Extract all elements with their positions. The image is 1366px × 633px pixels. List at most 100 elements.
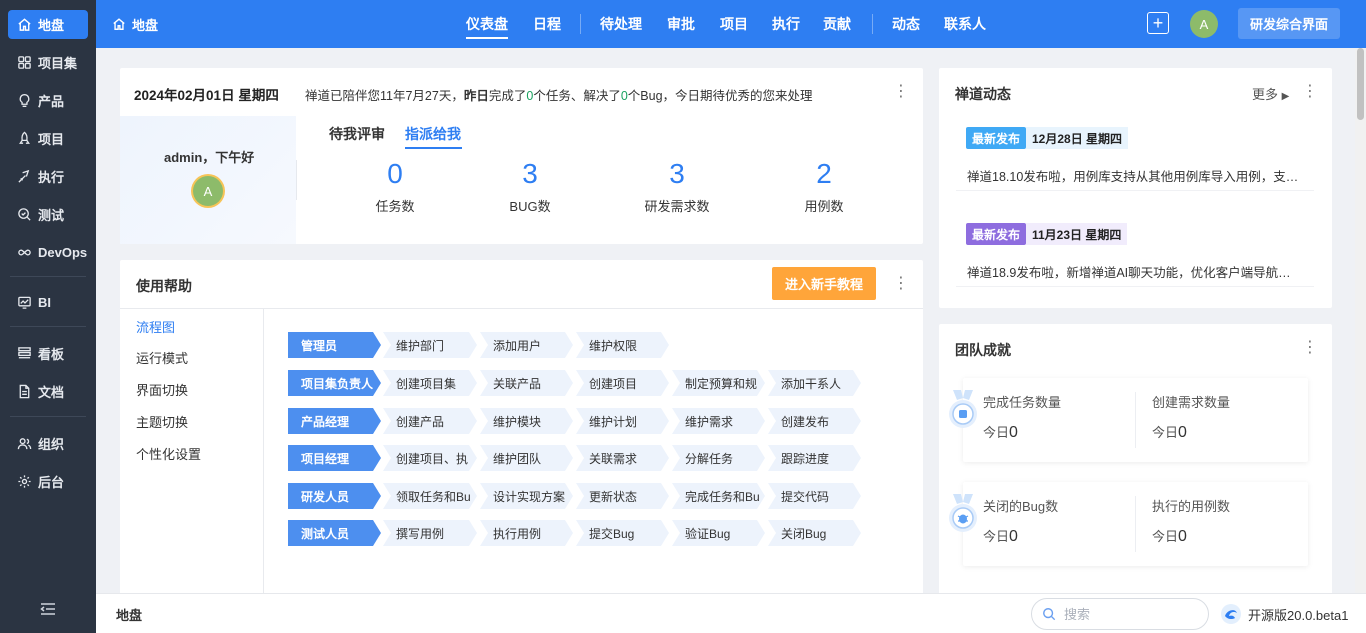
flow-step[interactable]: 创建产品 — [383, 408, 477, 434]
stat-value: 0 — [1009, 528, 1018, 545]
flow-step[interactable]: 验证Bug — [672, 520, 765, 546]
tab-contacts[interactable]: 联系人 — [944, 14, 986, 34]
list-item[interactable]: 最新发布 12月28日 星期四 禅道18.10发布啦，用例库支持从其他用例库导入… — [956, 121, 1314, 191]
flow-step[interactable]: 维护权限 — [576, 332, 669, 358]
flow-step[interactable]: 执行用例 — [480, 520, 573, 546]
flow-role[interactable]: 测试人员 — [288, 520, 381, 546]
sidebar-item-kanban[interactable]: 看板 — [8, 339, 88, 368]
more-link[interactable]: 更多 ▶ — [1252, 84, 1289, 103]
flow-step[interactable]: 创建项目集 — [383, 370, 477, 396]
stat-label: 任务数 — [375, 199, 415, 214]
flow-step[interactable]: 关联产品 — [480, 370, 573, 396]
stat-cases[interactable]: 2 用例数 — [779, 156, 869, 215]
flow-step[interactable]: 创建项目、执 — [383, 445, 477, 471]
tab-execution[interactable]: 执行 — [772, 14, 800, 34]
user-avatar[interactable]: A — [1190, 10, 1218, 38]
flow-role[interactable]: 研发人员 — [288, 483, 381, 509]
stat-tasks[interactable]: 0 任务数 — [350, 156, 440, 215]
flow-step[interactable]: 分解任务 — [672, 445, 765, 471]
flow-step[interactable]: 维护部门 — [383, 332, 477, 358]
sidebar-item-test[interactable]: 测试 — [8, 200, 88, 229]
more-options-icon[interactable]: ⋮ — [893, 84, 909, 102]
search-box[interactable] — [1031, 598, 1209, 630]
flow-role[interactable]: 项目经理 — [288, 445, 381, 471]
tutorial-button[interactable]: 进入新手教程 — [772, 267, 876, 300]
sidebar-item-org[interactable]: 组织 — [8, 429, 88, 458]
sidebar-item-project[interactable]: 项目 — [8, 124, 88, 153]
flow-step[interactable]: 提交Bug — [576, 520, 669, 546]
flow-step[interactable]: 添加干系人 — [768, 370, 861, 396]
sidebar-item-execution[interactable]: 执行 — [8, 162, 88, 191]
flow-step[interactable]: 跟踪进度 — [768, 445, 861, 471]
list-item[interactable]: 最新发布 11月23日 星期四 禅道18.9发布啦，新增禅道AI聊天功能，优化客… — [956, 217, 1314, 287]
flow-step[interactable]: 维护计划 — [576, 408, 669, 434]
stat-value: 0 — [1178, 528, 1187, 545]
bugs-done-count: 0 — [620, 89, 628, 103]
stat-today: 今日0 — [1152, 526, 1187, 546]
tab-calendar[interactable]: 日程 — [533, 14, 561, 34]
flow-step[interactable]: 领取任务和Bu — [383, 483, 477, 509]
flow-role[interactable]: 产品经理 — [288, 408, 381, 434]
help-menu-flowchart[interactable]: 流程图 — [136, 317, 175, 336]
flow-step[interactable]: 添加用户 — [480, 332, 573, 358]
flow-role[interactable]: 项目集负责人 — [288, 370, 381, 396]
flow-step[interactable]: 撰写用例 — [383, 520, 477, 546]
flow-step[interactable]: 关闭Bug — [768, 520, 861, 546]
tab-contribution[interactable]: 贡献 — [823, 14, 851, 34]
tab-assigned-to-me[interactable]: 指派给我 — [405, 124, 461, 144]
stat-value: 0 — [1178, 424, 1187, 441]
tab-approval[interactable]: 审批 — [667, 14, 695, 34]
flow-step[interactable]: 创建项目 — [576, 370, 669, 396]
tab-dashboard[interactable]: 仪表盘 — [466, 14, 508, 34]
flow-step[interactable]: 更新状态 — [576, 483, 669, 509]
sidebar-item-doc[interactable]: 文档 — [8, 377, 88, 406]
flow-step[interactable]: 制定预算和规 — [672, 370, 765, 396]
flow-step[interactable]: 维护团队 — [480, 445, 573, 471]
help-menu-theme-switch[interactable]: 主题切换 — [136, 412, 188, 431]
team-achievement-card: 团队成就 ⋮ 完成任务数量 今日0 创建需求数量 今日0 关闭的Bug数 今日0… — [939, 324, 1332, 604]
sidebar-item-product[interactable]: 产品 — [8, 86, 88, 115]
flow-step[interactable]: 维护模块 — [480, 408, 573, 434]
help-menu-ui-switch[interactable]: 界面切换 — [136, 380, 188, 399]
flow-step[interactable]: 完成任务和Bu — [672, 483, 765, 509]
help-menu-run-mode[interactable]: 运行模式 — [136, 348, 188, 367]
greeting-mid: 个任务、解决了 — [533, 89, 621, 103]
create-plus-button[interactable]: + — [1147, 12, 1169, 34]
sidebar-item-program[interactable]: 项目集 — [8, 48, 88, 77]
version-label: 开源版20.0.beta1 — [1248, 607, 1349, 623]
flow-step[interactable]: 创建发布 — [768, 408, 861, 434]
tab-project[interactable]: 项目 — [720, 14, 748, 34]
help-menu-personalize[interactable]: 个性化设置 — [136, 444, 201, 463]
sidebar-item-label: 项目 — [38, 132, 65, 147]
user-greeting: admin，下午好 — [164, 150, 255, 165]
sidebar-item-bi[interactable]: BI — [8, 288, 88, 317]
infinity-icon — [16, 245, 32, 261]
sidebar-item-dashboard[interactable]: 地盘 — [8, 10, 88, 39]
more-options-icon[interactable]: ⋮ — [1302, 84, 1318, 102]
sidebar-item-admin[interactable]: 后台 — [8, 467, 88, 496]
flow-step[interactable]: 设计实现方案 — [480, 483, 573, 509]
collapse-menu-icon[interactable] — [38, 600, 58, 618]
sidebar-item-devops[interactable]: DevOps — [8, 238, 88, 267]
scrollbar-thumb[interactable] — [1357, 48, 1364, 120]
tab-dynamics[interactable]: 动态 — [892, 14, 920, 34]
document-icon — [16, 384, 32, 400]
rd-interface-button[interactable]: 研发综合界面 — [1238, 8, 1340, 39]
flow-step[interactable]: 关联需求 — [576, 445, 669, 471]
stat-stories[interactable]: 3 研发需求数 — [632, 156, 722, 215]
search-input[interactable] — [1064, 606, 1194, 622]
more-options-icon[interactable]: ⋮ — [1302, 340, 1318, 358]
tab-todo[interactable]: 待处理 — [600, 14, 642, 34]
stat-label: 用例数 — [804, 199, 844, 214]
tab-review-mine[interactable]: 待我评审 — [329, 124, 385, 144]
version-info[interactable]: 开源版20.0.beta1 — [1220, 602, 1348, 626]
page-scrollbar[interactable] — [1355, 48, 1366, 593]
flow-step[interactable]: 维护需求 — [672, 408, 765, 434]
more-options-icon[interactable]: ⋮ — [893, 276, 909, 294]
stat-bugs[interactable]: 3 BUG数 — [485, 156, 575, 215]
breadcrumb[interactable]: 地盘 — [112, 0, 158, 48]
flow-step[interactable]: 提交代码 — [768, 483, 861, 509]
avatar[interactable]: A — [193, 176, 223, 206]
flow-role[interactable]: 管理员 — [288, 332, 381, 358]
stat-value: 2 — [816, 158, 832, 189]
